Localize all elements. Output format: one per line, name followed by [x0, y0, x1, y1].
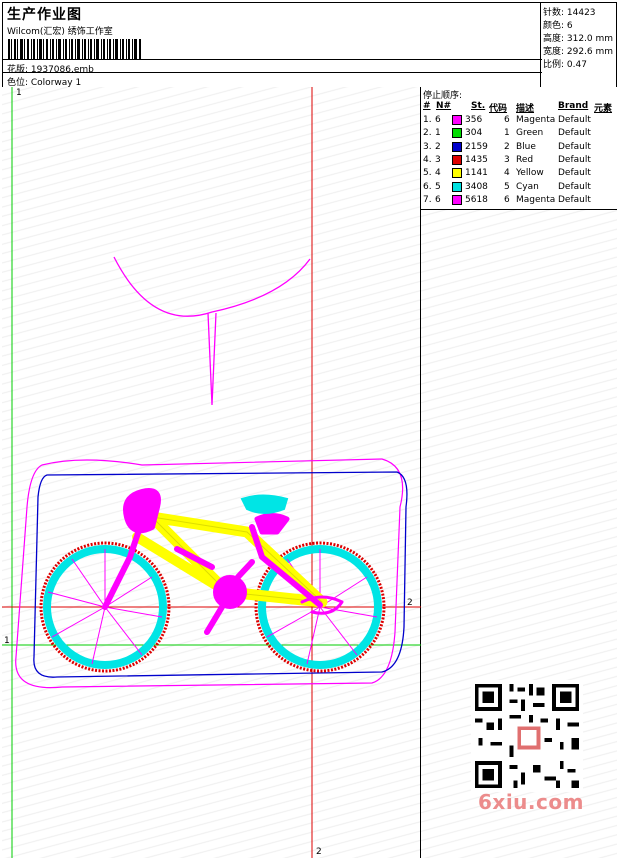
row-description: Green [516, 128, 544, 139]
stop-sequence-row: 7. 6 5618 6 Magenta Default [421, 194, 617, 207]
barcode [8, 39, 141, 59]
design-scale: 比例: 0.47 [543, 60, 587, 70]
row-needle: 3 [435, 154, 441, 165]
row-brand: Default [558, 154, 591, 165]
col-header-stitches: St. [471, 101, 486, 111]
qr-code [471, 680, 583, 792]
color-swatch [452, 141, 462, 152]
row-description: Magenta [516, 194, 556, 205]
row-needle: 2 [435, 141, 441, 152]
col-header-index: # [423, 101, 431, 111]
col-header-element: 元素 [594, 104, 613, 114]
row-stitches: 356 [465, 115, 483, 125]
row-stitches: 5618 [465, 194, 488, 205]
row-description: Magenta [516, 115, 556, 125]
row-index: 2. [423, 128, 432, 139]
design-file-label: 花版: 1937086.emb [7, 65, 94, 75]
stop-sequence-caption: 停止顺序: [423, 91, 463, 101]
row-brand: Default [558, 194, 591, 205]
design-canvas[interactable]: 1 2 2 1 [2, 87, 421, 858]
row-needle: 1 [435, 128, 441, 139]
row-index: 3. [423, 141, 432, 152]
axis-marker-left: 1 [4, 636, 10, 646]
axis-marker-bottom: 2 [316, 847, 322, 857]
stop-sequence-row: 6. 5 3408 5 Cyan Default [421, 181, 617, 194]
color-swatch [452, 154, 462, 165]
header: 生产作业图 Wilcom(汇宏) 绣饰工作室 花版: 1937086.emb 色… [2, 2, 617, 88]
company-name: Wilcom(汇宏) 绣饰工作室 [7, 27, 113, 37]
watermark-text: 6xiu.com [478, 790, 584, 814]
stop-sequence-row: 4. 3 1435 3 Red Default [421, 154, 617, 167]
row-needle: 4 [435, 168, 441, 179]
row-index: 5. [423, 168, 432, 179]
color-swatch [452, 128, 462, 139]
row-brand: Default [558, 141, 591, 152]
row-brand: Default [558, 128, 591, 139]
row-needle: 5 [435, 181, 441, 192]
page-title: 生产作业图 [7, 7, 82, 23]
bike-seat [240, 494, 289, 514]
row-code: 2 [504, 141, 510, 152]
row-index: 4. [423, 154, 432, 165]
col-header-code: 代码 [489, 104, 508, 114]
row-description: Blue [516, 141, 536, 152]
col-header-brand: Brand [558, 101, 589, 111]
header-divider [2, 59, 542, 60]
row-description: Yellow [516, 168, 544, 179]
row-stitches: 2159 [465, 141, 488, 152]
row-index: 7. [423, 194, 432, 205]
embroidery-preview [2, 87, 421, 858]
stop-sequence-row: 2. 1 304 1 Green Default [421, 127, 617, 140]
row-needle: 6 [435, 115, 441, 125]
row-code: 3 [504, 154, 510, 165]
color-swatch [452, 168, 462, 179]
row-code: 1 [504, 128, 510, 139]
stop-sequence-table: 停止顺序: # N# St. 代码 描述 Brand 元素 1. 6 356 6 Mag… [421, 87, 617, 210]
color-swatch [452, 181, 462, 192]
row-stitches: 1141 [465, 168, 488, 179]
axis-marker-right: 2 [407, 598, 413, 608]
row-code: 4 [504, 168, 510, 179]
color-count: 颜色: 6 [543, 21, 573, 31]
row-brand: Default [558, 115, 591, 125]
row-needle: 6 [435, 194, 441, 205]
row-stitches: 1435 [465, 154, 488, 165]
stitch-count: 针数: 14423 [543, 8, 596, 18]
row-code: 5 [504, 181, 510, 192]
row-code: 6 [504, 115, 510, 125]
color-swatch [452, 115, 462, 125]
stop-sequence-row: 5. 4 1141 4 Yellow Default [421, 167, 617, 180]
row-description: Red [516, 154, 534, 165]
col-header-description: 描述 [516, 104, 535, 114]
design-height: 高度: 312.0 mm [543, 34, 614, 44]
col-header-needle: N# [436, 101, 452, 111]
row-stitches: 304 [465, 128, 483, 139]
design-width: 宽度: 292.6 mm [543, 47, 614, 57]
row-index: 1. [423, 115, 432, 125]
row-code: 6 [504, 194, 510, 205]
axis-marker-top: 1 [16, 88, 22, 98]
color-swatch [452, 194, 462, 205]
row-stitches: 3408 [465, 181, 488, 192]
stop-sequence-row: 1. 6 356 6 Magenta Default [421, 114, 617, 127]
bowl-stem [207, 312, 217, 406]
header-divider [2, 72, 542, 73]
row-description: Cyan [516, 181, 539, 192]
row-brand: Default [558, 181, 591, 192]
bowl-outline [113, 256, 311, 317]
stop-sequence-row: 3. 2 2159 2 Blue Default [421, 141, 617, 154]
row-brand: Default [558, 168, 591, 179]
design-stats: 针数: 14423 颜色: 6 高度: 312.0 mm 宽度: 292.6 m… [540, 2, 617, 87]
row-index: 6. [423, 181, 432, 192]
